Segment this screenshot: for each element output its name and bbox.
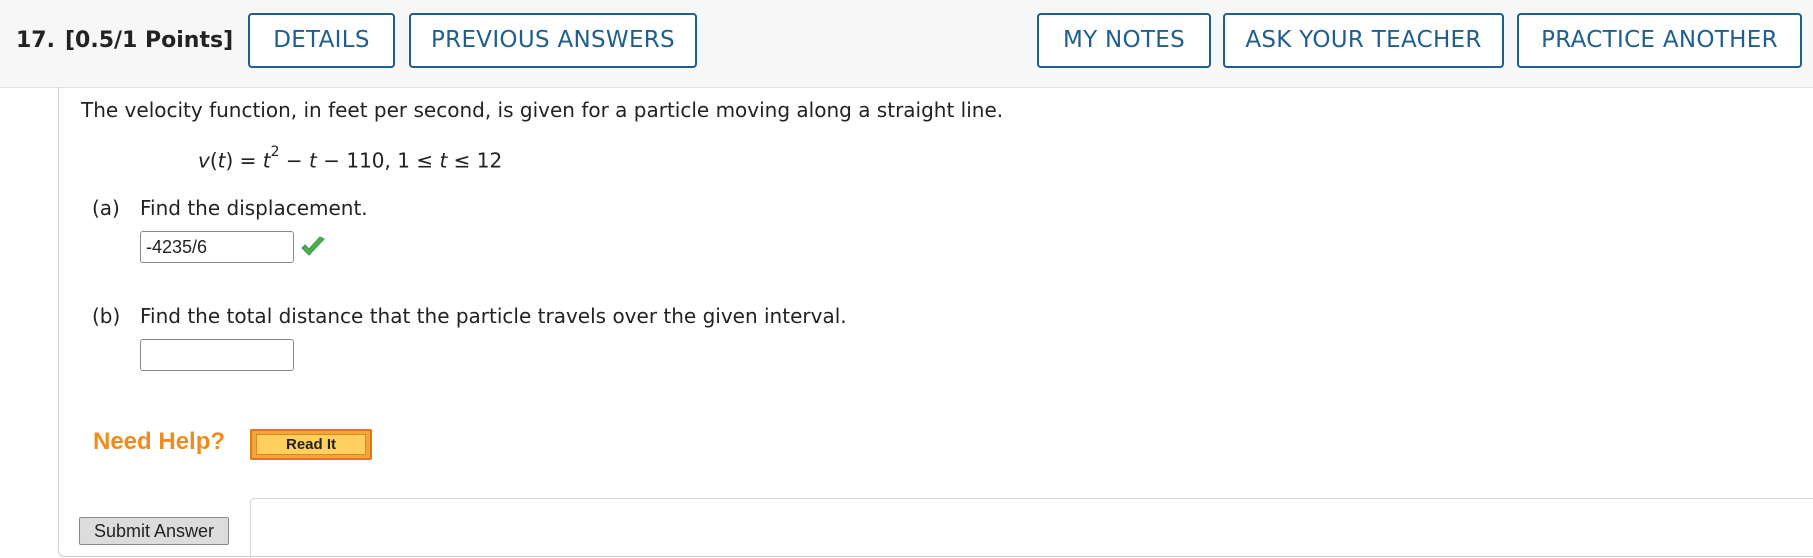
check-icon	[301, 236, 325, 256]
part-b-text: Find the total distance that the particl…	[140, 304, 847, 328]
previous-answers-button[interactable]: PREVIOUS ANSWERS	[409, 13, 697, 68]
formula-exponent: 2	[270, 144, 280, 160]
part-b-answer-input[interactable]	[140, 339, 294, 371]
velocity-formula: v(t) = t2 − t − 110, 1 ≤ t ≤ 12	[198, 144, 503, 173]
part-a-answer-input[interactable]	[140, 231, 294, 263]
points-label: [0.5/1 Points]	[64, 28, 234, 53]
formula-t-squared: t	[262, 148, 271, 173]
formula-constant: − 110, 1 ≤	[316, 148, 440, 173]
need-help-label: Need Help?	[93, 428, 226, 455]
part-b-label: (b)	[92, 304, 121, 328]
question-header: 17. [0.5/1 Points] DETAILS PREVIOUS ANSWE…	[0, 0, 1813, 88]
my-notes-button[interactable]: MY NOTES	[1037, 13, 1211, 68]
formula-v: v	[198, 148, 210, 173]
details-button[interactable]: DETAILS	[248, 13, 395, 68]
formula-open: (	[209, 148, 218, 173]
question-number-label: 17.	[16, 28, 55, 53]
question-prompt: The velocity function, in feet per secon…	[81, 98, 1004, 122]
question-number: 17. [0.5/1 Points]	[16, 28, 233, 53]
formula-interval-end: ≤ 12	[447, 148, 503, 173]
formula-minus: −	[279, 148, 310, 173]
read-it-button[interactable]: Read It	[250, 429, 372, 460]
ask-your-teacher-button[interactable]: ASK YOUR TEACHER	[1223, 13, 1504, 68]
submit-answer-button[interactable]: Submit Answer	[79, 517, 229, 545]
practice-another-button[interactable]: PRACTICE ANOTHER	[1517, 13, 1802, 68]
formula-t: t	[217, 148, 226, 173]
formula-close: ) =	[225, 148, 263, 173]
formula-t-linear: t	[309, 148, 317, 173]
read-it-label: Read It	[256, 434, 366, 455]
part-a-text: Find the displacement.	[140, 196, 368, 220]
submit-area-divider	[250, 498, 1813, 558]
part-a-label: (a)	[92, 196, 120, 220]
